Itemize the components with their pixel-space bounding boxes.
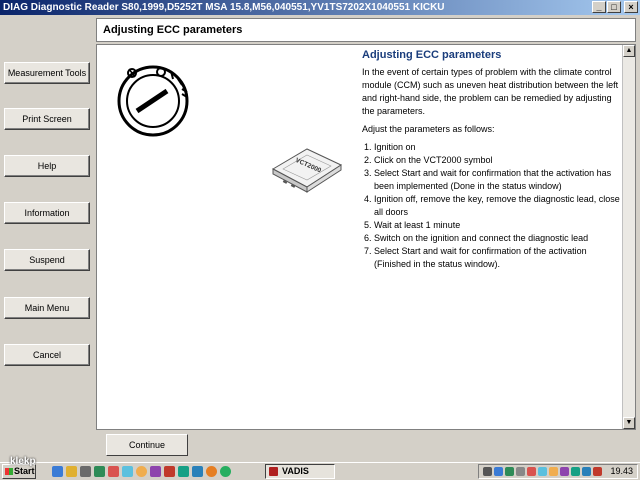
help-button[interactable]: Help <box>4 155 90 177</box>
quicklaunch-app-icon[interactable] <box>94 466 105 477</box>
tray-icon[interactable] <box>571 467 580 476</box>
quicklaunch-app-icon[interactable] <box>178 466 189 477</box>
tray-icon[interactable] <box>516 467 525 476</box>
measurement-tools-button[interactable]: Measurement Tools <box>4 62 90 84</box>
content-panel: VCT2000 Adjusting ECC parameters In the … <box>96 44 636 430</box>
step-item: Ignition on <box>374 141 624 154</box>
page-title: Adjusting ECC parameters <box>103 24 243 36</box>
scroll-up-icon[interactable]: ▲ <box>623 45 635 57</box>
tray-icon[interactable] <box>505 467 514 476</box>
suspend-button[interactable]: Suspend <box>4 249 90 271</box>
step-item: Click on the VCT2000 symbol <box>374 154 624 167</box>
vadis-icon <box>269 467 278 476</box>
task-label: VADIS <box>282 466 309 476</box>
tray-icon[interactable] <box>549 467 558 476</box>
system-tray: 19.43 <box>478 464 638 479</box>
main-menu-button[interactable]: Main Menu <box>4 297 90 319</box>
cancel-button[interactable]: Cancel <box>4 344 90 366</box>
continue-button[interactable]: Continue <box>106 434 188 456</box>
instructions-title: Adjusting ECC parameters <box>362 49 502 61</box>
tray-icon[interactable] <box>494 467 503 476</box>
start-label: Start <box>14 466 35 476</box>
instructions-panel: Adjusting ECC parameters In the event of… <box>362 49 624 271</box>
quicklaunch-app-icon[interactable] <box>150 466 161 477</box>
print-screen-button[interactable]: Print Screen <box>4 108 90 130</box>
adjust-text: Adjust the parameters as follows: <box>362 124 495 134</box>
clock: 19.43 <box>610 466 633 476</box>
step-item: Wait at least 1 minute <box>374 219 624 232</box>
quicklaunch-browser-icon[interactable] <box>206 466 217 477</box>
quicklaunch-app-icon[interactable] <box>122 466 133 477</box>
quicklaunch-smiley-icon[interactable] <box>136 466 147 477</box>
quicklaunch-desktop-icon[interactable] <box>80 466 91 477</box>
tray-icon[interactable] <box>483 467 492 476</box>
page-header: Adjusting ECC parameters <box>96 18 636 42</box>
quicklaunch-tools-icon[interactable] <box>164 466 175 477</box>
vct2000-icon[interactable]: VCT2000 <box>269 145 345 195</box>
vertical-scrollbar[interactable]: ▲ ▼ <box>622 45 635 429</box>
quicklaunch-chrome-icon[interactable] <box>220 466 231 477</box>
volume-icon[interactable] <box>582 467 591 476</box>
step-item: Ignition off, remove the key, remove the… <box>374 193 624 219</box>
maximize-button[interactable]: □ <box>607 1 621 13</box>
ignition-switch-icon <box>117 65 189 137</box>
information-button[interactable]: Information <box>4 202 90 224</box>
tray-icon[interactable] <box>538 467 547 476</box>
step-item: Select Start and wait for confirmation o… <box>374 245 624 271</box>
taskbar-item-vadis[interactable]: VADIS <box>265 464 335 479</box>
step-item: Switch on the ignition and connect the d… <box>374 232 624 245</box>
window-controls: _ □ × <box>592 1 638 13</box>
quicklaunch-folder-icon[interactable] <box>66 466 77 477</box>
step-item: Select Start and wait for confirmation t… <box>374 167 624 193</box>
taskbar: Start VADIS 19.43 <box>0 462 640 480</box>
scroll-down-icon[interactable]: ▼ <box>623 417 635 429</box>
quicklaunch-ie-icon[interactable] <box>52 466 63 477</box>
tray-icon[interactable] <box>593 467 602 476</box>
quicklaunch-app-icon[interactable] <box>108 466 119 477</box>
window-title-bar: DIAG Diagnostic Reader S80,1999,D5252T M… <box>0 0 640 15</box>
minimize-button[interactable]: _ <box>592 1 606 13</box>
intro-text: In the event of certain types of problem… <box>362 67 619 116</box>
watermark: klekp <box>10 456 36 467</box>
window-title: DIAG Diagnostic Reader S80,1999,D5252T M… <box>3 2 445 13</box>
close-button[interactable]: × <box>624 1 638 13</box>
tray-icon[interactable] <box>527 467 536 476</box>
windows-logo-icon <box>5 468 13 475</box>
steps-list: Ignition on Click on the VCT2000 symbol … <box>362 141 624 271</box>
tray-icon[interactable] <box>560 467 569 476</box>
quicklaunch-app-icon[interactable] <box>192 466 203 477</box>
